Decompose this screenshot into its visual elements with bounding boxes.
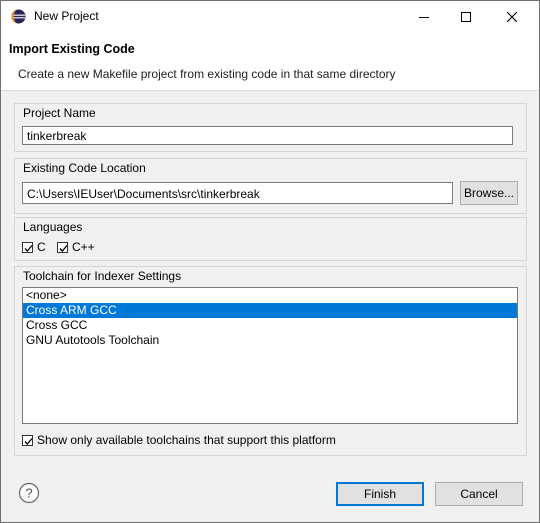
wizard-header: Import Existing Code Create a new Makefi…	[1, 32, 539, 91]
show-available-toolchains-label: Show only available toolchains that supp…	[37, 433, 336, 447]
project-name-input[interactable]: tinkerbreak	[22, 126, 513, 145]
show-available-toolchains-checkbox[interactable]: Show only available toolchains that supp…	[22, 433, 336, 447]
toolchain-item-cross-arm-gcc[interactable]: Cross ARM GCC	[23, 303, 517, 318]
language-cpp-checkbox[interactable]: C++	[57, 240, 95, 254]
help-icon[interactable]: ?	[18, 482, 40, 504]
toolchain-label: Toolchain for Indexer Settings	[23, 269, 182, 283]
new-project-dialog: New Project Import Existing Code Create …	[0, 0, 540, 523]
checkmark-icon	[24, 437, 33, 445]
toolchain-item-cross-gcc[interactable]: Cross GCC	[23, 318, 517, 333]
close-icon	[507, 11, 517, 22]
title-bar: New Project	[1, 1, 539, 32]
maximize-button[interactable]	[443, 1, 489, 32]
close-button[interactable]	[489, 1, 535, 32]
toolchain-item-gnu-autotools[interactable]: GNU Autotools Toolchain	[23, 333, 517, 348]
code-location-group: Existing Code Location C:\Users\IEUser\D…	[14, 158, 527, 214]
languages-group: Languages C C++	[14, 217, 527, 261]
toolchain-item-none[interactable]: <none>	[23, 288, 517, 303]
code-location-input[interactable]: C:\Users\IEUser\Documents\src\tinkerbrea…	[22, 182, 453, 204]
minimize-button[interactable]	[401, 1, 447, 32]
window-title: New Project	[34, 9, 99, 23]
project-name-group: Project Name tinkerbreak	[14, 103, 527, 152]
language-c-checkbox[interactable]: C	[22, 240, 46, 254]
page-title: Import Existing Code	[9, 42, 135, 56]
eclipse-icon	[11, 9, 26, 24]
checkmark-icon	[24, 244, 33, 252]
code-location-label: Existing Code Location	[23, 161, 146, 175]
toolchain-group: Toolchain for Indexer Settings <none> Cr…	[14, 266, 527, 456]
svg-text:?: ?	[25, 486, 32, 501]
maximize-icon	[461, 11, 471, 22]
languages-label: Languages	[23, 220, 83, 234]
page-description: Create a new Makefile project from exist…	[18, 67, 396, 81]
checkmark-icon	[59, 244, 68, 252]
language-c-label: C	[37, 240, 46, 254]
browse-button[interactable]: Browse...	[460, 181, 518, 205]
checkbox-box[interactable]	[22, 241, 33, 253]
project-name-label: Project Name	[23, 106, 96, 120]
finish-button[interactable]: Finish	[336, 482, 424, 506]
checkbox-box[interactable]	[22, 434, 33, 446]
toolchain-list[interactable]: <none> Cross ARM GCC Cross GCC GNU Autot…	[22, 287, 518, 424]
minimize-icon	[419, 16, 429, 18]
language-cpp-label: C++	[72, 240, 95, 254]
checkbox-box[interactable]	[57, 241, 68, 253]
cancel-button[interactable]: Cancel	[435, 482, 523, 506]
